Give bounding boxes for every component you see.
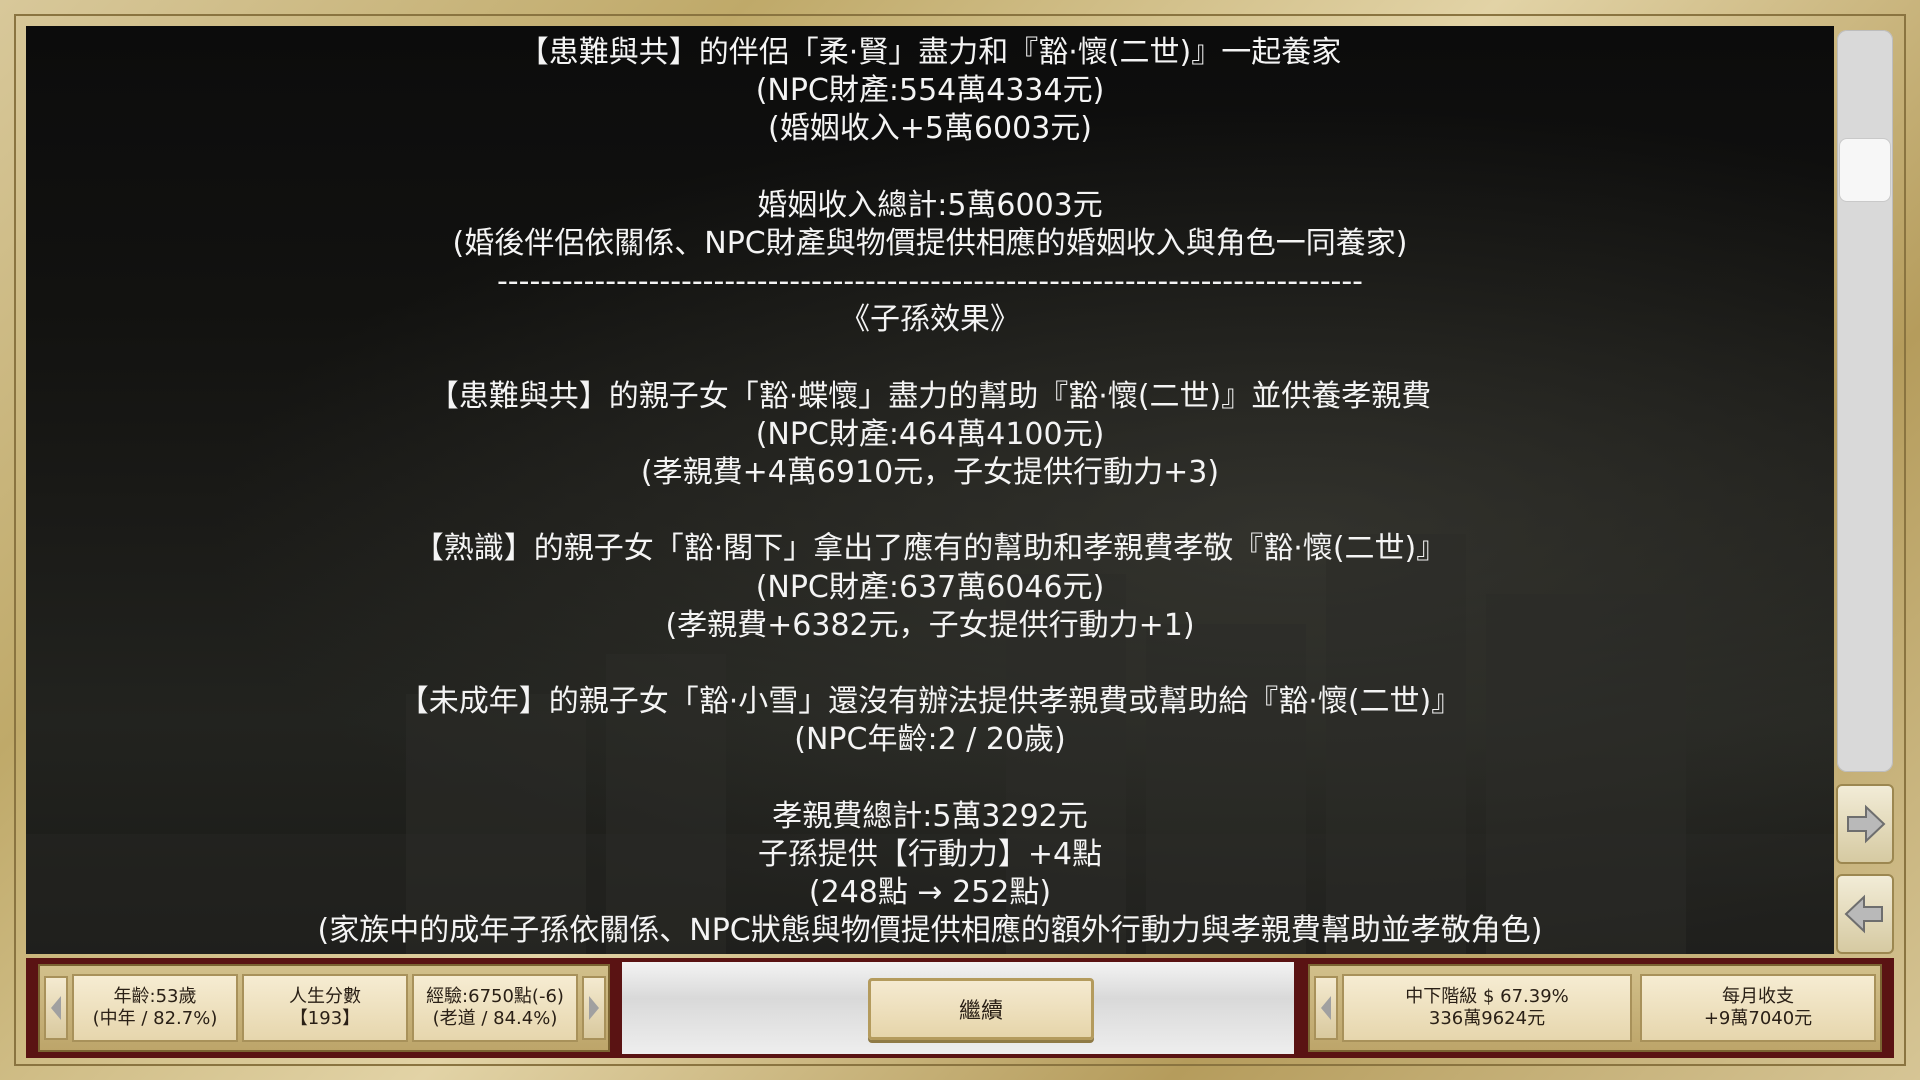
continue-button[interactable]: 繼續	[868, 978, 1094, 1040]
finance-stats-group: 中下階級 $ 67.39% 336萬9624元 每月收支 +9萬7040元	[1308, 964, 1882, 1052]
experience-stage: (老道 / 84.4%)	[432, 1008, 558, 1029]
total-assets-value: 336萬9624元	[1428, 1008, 1546, 1029]
monthly-balance-box[interactable]: 每月收支 +9萬7040元	[1640, 974, 1876, 1042]
story-line: 【患難與共】的親子女「豁·蝶懷」盡力的幫助『豁·懷(二世)』並供養孝親費	[428, 378, 1432, 414]
story-line: (NPC財產:464萬4100元)	[755, 416, 1105, 452]
story-text: 【患難與共】的伴侶「柔·賢」盡力和『豁·懷(二世)』一起養家 (NPC財產:554…	[26, 34, 1834, 951]
story-line: (婚姻收入+5萬6003元)	[768, 111, 1092, 147]
age-stage: (中年 / 82.7%)	[92, 1008, 218, 1029]
story-line: (NPC年齡:2 / 20歲)	[794, 722, 1066, 758]
story-line: (248點 → 252點)	[808, 875, 1052, 911]
story-panel: 【患難與共】的伴侶「柔·賢」盡力和『豁·懷(二世)』一起養家 (NPC財產:554…	[26, 26, 1834, 954]
life-score-box[interactable]: 人生分數 【193】	[242, 974, 408, 1042]
story-line: 《子孫效果》	[840, 302, 1020, 338]
age-value: 年齡:53歲	[113, 986, 197, 1007]
monthly-balance-value: +9萬7040元	[1703, 1008, 1813, 1029]
left-arrow-icon	[51, 996, 61, 1020]
player-stats-group: 年齡:53歲 (中年 / 82.7%) 人生分數 【193】 經驗:6750點(…	[38, 964, 610, 1052]
story-line: (NPC財產:554萬4334元)	[755, 73, 1105, 109]
monthly-balance-label: 每月收支	[1722, 986, 1794, 1007]
finance-prev-button[interactable]	[1314, 976, 1338, 1040]
story-line: (家族中的成年子孫依關係、NPC狀態與物價提供相應的額外行動力與孝親費幫助並孝敬…	[317, 913, 1543, 949]
life-score-value: 【193】	[289, 1008, 361, 1029]
story-line: ----------------------------------------…	[496, 264, 1363, 300]
experience-box[interactable]: 經驗:6750點(-6) (老道 / 84.4%)	[412, 974, 578, 1042]
story-line: (NPC財產:637萬6046元)	[755, 569, 1105, 605]
stats-prev-button[interactable]	[44, 976, 68, 1040]
continue-area: 繼續	[622, 962, 1294, 1054]
story-line: (婚後伴侶依關係、NPC財產與物價提供相應的婚姻收入與角色一同養家)	[452, 225, 1408, 261]
story-line: 孝親費總計:5萬3292元	[772, 798, 1088, 834]
bottom-status-bar: 年齡:53歲 (中年 / 82.7%) 人生分數 【193】 經驗:6750點(…	[26, 958, 1894, 1058]
scrollbar-thumb[interactable]	[1839, 138, 1891, 202]
next-page-button[interactable]	[1836, 784, 1894, 864]
story-line: 【患難與共】的伴侶「柔·賢」盡力和『豁·懷(二世)』一起養家	[518, 35, 1342, 70]
experience-value: 經驗:6750點(-6)	[426, 986, 564, 1007]
social-class-box[interactable]: 中下階級 $ 67.39% 336萬9624元	[1342, 974, 1632, 1042]
social-class-value: 中下階級 $ 67.39%	[1405, 986, 1569, 1007]
vertical-scrollbar[interactable]	[1837, 30, 1893, 772]
stats-next-button[interactable]	[582, 976, 606, 1040]
story-line: 【未成年】的親子女「豁·小雪」還沒有辦法提供孝親費或幫助給『豁·懷(二世)』	[398, 684, 1462, 720]
left-arrow-icon	[1844, 894, 1883, 934]
story-line: 婚姻收入總計:5萬6003元	[757, 187, 1103, 223]
previous-page-button[interactable]	[1836, 874, 1894, 954]
right-arrow-icon	[1847, 804, 1886, 844]
right-arrow-icon	[589, 996, 599, 1020]
story-line: (孝親費+6382元，子女提供行動力+1)	[665, 607, 1195, 643]
left-arrow-icon	[1321, 996, 1331, 1020]
story-line: (孝親費+4萬6910元，子女提供行動力+3)	[640, 455, 1220, 491]
story-line: 【熟識】的親子女「豁·閣下」拿出了應有的幫助和孝親費孝敬『豁·懷(二世)』	[413, 531, 1447, 567]
story-line: 子孫提供【行動力】+4點	[757, 836, 1103, 872]
age-box[interactable]: 年齡:53歲 (中年 / 82.7%)	[72, 974, 238, 1042]
life-score-label: 人生分數	[289, 986, 361, 1007]
